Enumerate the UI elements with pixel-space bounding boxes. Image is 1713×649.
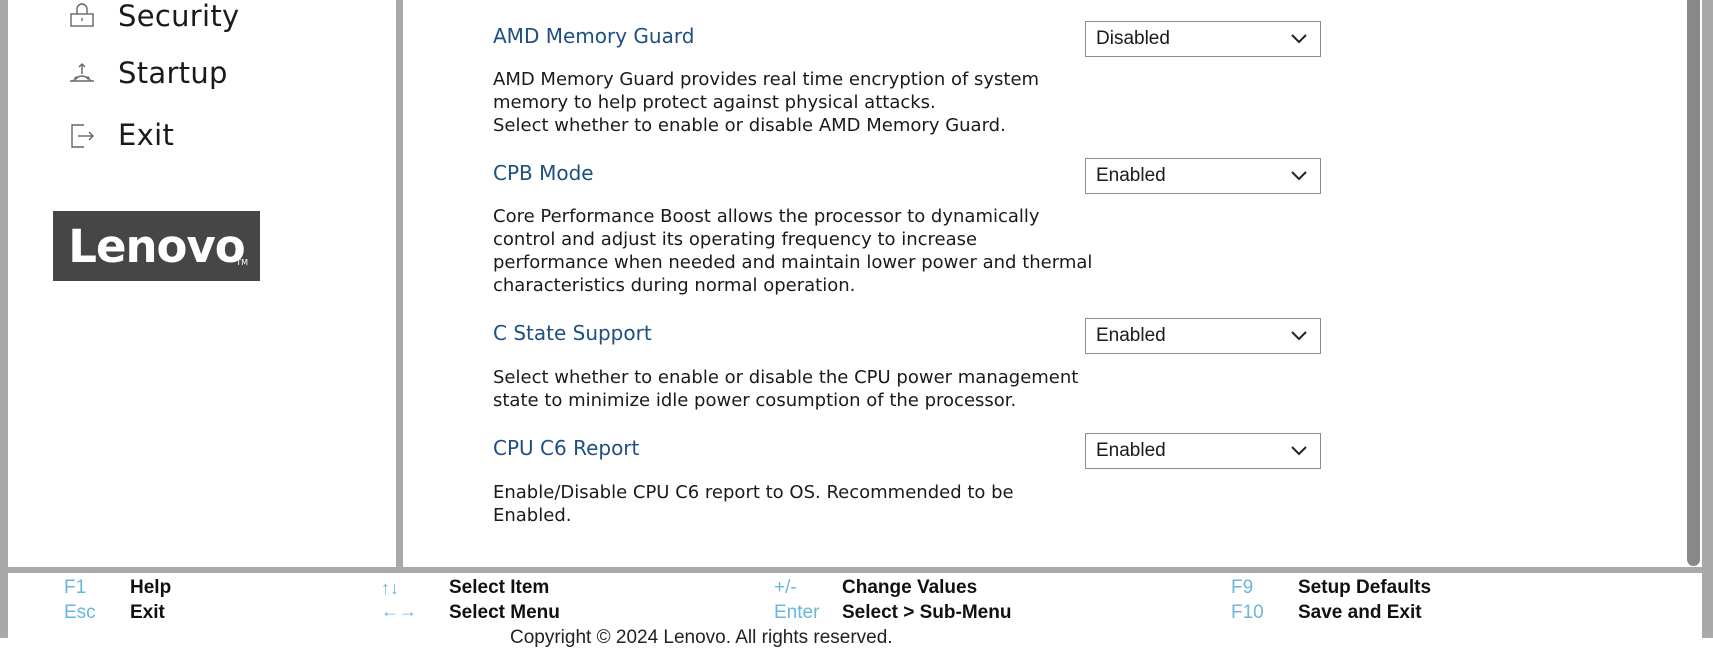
key-enter-action: Select > Sub-Menu [842,602,1012,623]
scrollbar-thumb[interactable] [1687,0,1700,566]
setting-description: Enable/Disable CPU C6 report to OS. Reco… [493,482,1014,526]
select-value: Enabled [1096,165,1166,186]
sidebar-item-exit[interactable]: Exit [66,113,174,157]
amd-memory-guard-select[interactable]: Disabled [1085,21,1321,57]
copyright-text: Copyright © 2024 Lenovo. All rights rese… [510,627,893,648]
updown-arrows-icon: ↑↓ [381,578,399,598]
setting-title-cpu-c6-report: CPU C6 Report [493,436,640,460]
exit-icon [66,119,98,151]
leftright-arrows-icon: ←→ [381,601,417,621]
sidebar-item-security[interactable]: Security [66,0,240,38]
cpb-mode-select[interactable]: Enabled [1085,158,1321,194]
sidebar-item-startup[interactable]: Startup [66,51,228,95]
cpu-c6-report-select[interactable]: Enabled [1085,433,1321,469]
key-f10: F10 [1231,602,1264,623]
select-value: Enabled [1096,325,1166,346]
chevron-down-icon [1291,34,1307,44]
setting-description: AMD Memory Guard provides real time encr… [493,69,1040,136]
setting-title-amd-memory-guard: AMD Memory Guard [493,24,695,48]
sidebar-item-label: Startup [118,56,228,90]
sidebar-item-label: Exit [118,118,175,152]
key-leftright-action: Select Menu [449,602,560,623]
key-f9-action: Setup Defaults [1298,577,1432,598]
chevron-down-icon [1291,446,1307,456]
key-enter: Enter [774,602,820,623]
key-esc-action: Exit [130,602,165,623]
select-value: Disabled [1096,28,1170,49]
key-f9: F9 [1231,577,1254,598]
setting-title-cpb-mode: CPB Mode [493,161,594,185]
lock-icon [66,0,98,32]
select-value: Enabled [1096,440,1166,461]
key-esc: Esc [64,602,96,623]
setting-title-c-state-support: C State Support [493,321,652,345]
chevron-down-icon [1291,331,1307,341]
c-state-support-select[interactable]: Enabled [1085,318,1321,354]
logo-text: Lenovo [68,219,245,273]
window-frame-right [1702,0,1713,638]
key-f1-action: Help [130,577,172,598]
key-plusminus: +/- [774,577,797,598]
key-updown-action: Select Item [449,577,550,598]
footer-separator [8,567,1702,573]
setting-description: Core Performance Boost allows the proces… [493,206,1093,296]
chevron-down-icon [1291,171,1307,181]
key-f10-action: Save and Exit [1298,602,1422,623]
sidebar-divider [396,0,403,569]
setting-description: Select whether to enable or disable the … [493,367,1079,411]
sidebar-item-label: Security [118,0,240,33]
window-frame-left [0,0,8,638]
logo-trademark: TM [236,258,248,267]
lenovo-logo: Lenovo TM [53,211,260,281]
key-f1: F1 [64,577,87,598]
key-plusminus-action: Change Values [842,577,978,598]
startup-icon [66,57,98,89]
